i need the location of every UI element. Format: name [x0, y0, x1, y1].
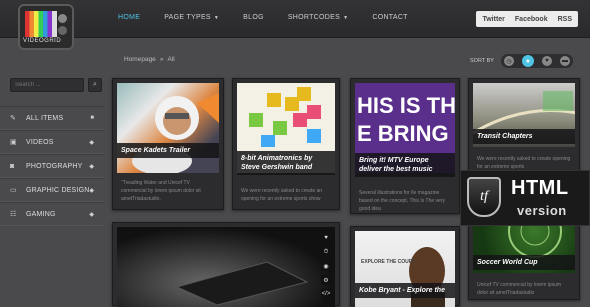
tv-dial-icon: [58, 14, 67, 23]
sort-label: SORT BY: [470, 58, 494, 64]
tv-dial-icon: [58, 26, 67, 35]
diamond-icon: ◆: [89, 187, 94, 194]
twitter-link[interactable]: Twitter: [482, 16, 504, 23]
card-description: "Treading Water and Unicef TV commercial…: [121, 180, 201, 202]
sort-popular-icon[interactable]: ★: [521, 55, 534, 67]
sidebar-item-gaming[interactable]: ☷ GAMING ◆: [0, 202, 104, 226]
tv-screen-icon: [25, 11, 57, 37]
diamond-icon: ◆: [89, 211, 94, 218]
gamepad-icon: ☷: [10, 211, 17, 218]
portfolio-card[interactable]: EXPLORE THE COURT Kobe Bryant - Explore …: [350, 226, 460, 307]
tag-icon: ✎: [10, 115, 16, 122]
facebook-link[interactable]: Facebook: [515, 16, 548, 23]
site-logo[interactable]: VIDEOGRID: [18, 4, 74, 50]
video-icon: ▣: [10, 139, 17, 146]
card-title-bar: Soccer World Cup: [473, 255, 575, 270]
view-icon[interactable]: ◉: [321, 261, 331, 271]
embed-icon[interactable]: </>: [321, 289, 331, 299]
caret-down-icon: ▼: [213, 14, 220, 21]
card-thumbnail: [117, 83, 219, 173]
sidebar-item-graphic-design[interactable]: ▭ GRAPHIC DESIGN ◆: [0, 178, 104, 202]
diamond-icon: ◆: [89, 139, 94, 146]
settings-icon[interactable]: ⚙: [321, 275, 331, 285]
video-actions: ♥ ⏱ ◉ ⚙ </>: [321, 233, 331, 299]
themeforest-logo-icon: tf: [467, 177, 501, 217]
breadcrumb-separator: »: [159, 56, 164, 63]
sidebar-item-label: GAMING: [26, 210, 56, 218]
search-input[interactable]: [15, 82, 79, 88]
sort-comments-icon[interactable]: ▬: [559, 56, 570, 66]
camera-icon: ◙: [10, 162, 15, 170]
card-title-bar: 8-bit Animatronics by Steve Gershwin ban…: [237, 151, 335, 175]
sort-likes-icon[interactable]: ♥: [541, 56, 552, 66]
card-description: We were recently asked to create an open…: [241, 188, 323, 202]
poster-text: HIS IS THE: [357, 93, 455, 118]
card-description: We were recently asked to create opening…: [477, 156, 571, 170]
card-title[interactable]: Soccer World Cup: [477, 258, 571, 267]
card-title[interactable]: Bring it! MTV Europe deliver the best mu…: [359, 156, 451, 174]
card-title[interactable]: Transit Chapters: [477, 132, 571, 141]
rss-link[interactable]: RSS: [558, 16, 572, 23]
sort-control: SORT BY ◷ ★ ♥ ▬: [470, 54, 573, 68]
badge-title: HTML: [511, 177, 569, 199]
sidebar-item-label: GRAPHIC DESIGN: [26, 186, 90, 194]
html-version-badge: tf HTML version: [460, 170, 590, 226]
poster-text: E BRING: [357, 121, 449, 146]
sort-track: ◷ ★ ♥ ▬: [500, 54, 573, 68]
diamond-icon: ◆: [89, 163, 94, 170]
breadcrumb-current: All: [167, 56, 175, 63]
social-links: Twitter Facebook RSS: [476, 11, 578, 27]
overlay-text: EXPLORE THE COURT: [361, 259, 416, 265]
card-thumbnail: [117, 227, 335, 307]
card-title-bar: Space Kadets Trailer: [117, 143, 219, 158]
search-box: [10, 78, 84, 92]
card-title[interactable]: Space Kadets Trailer: [121, 146, 215, 155]
portfolio-card[interactable]: HIS IS THE E BRING Bring it! MTV Europe d…: [350, 78, 460, 214]
video-card[interactable]: ♥ ⏱ ◉ ⚙ </>: [112, 222, 340, 307]
laptop-image: [175, 261, 309, 306]
sidebar-item-label: VIDEOS: [26, 138, 54, 146]
search-icon: ⌕: [93, 81, 97, 88]
sort-date-icon[interactable]: ◷: [503, 56, 514, 66]
nav-page-types[interactable]: PAGE TYPES ▼: [164, 14, 219, 21]
card-title[interactable]: Kobe Bryant - Explore the: [359, 286, 451, 295]
card-title-bar: Transit Chapters: [473, 129, 575, 144]
breadcrumb: Homepage » All: [124, 56, 175, 63]
sidebar-item-label: PHOTOGRAPHY: [26, 162, 83, 170]
later-icon[interactable]: ⏱: [321, 247, 331, 257]
card-description: Several illustrations for Ile magazine b…: [359, 190, 445, 212]
logo-text: VIDEOGRID: [23, 38, 62, 44]
nav-blog[interactable]: BLOG: [243, 14, 264, 21]
nav-shortcodes[interactable]: SHORTCODES ▼: [288, 14, 349, 21]
card-title[interactable]: 8-bit Animatronics by Steve Gershwin ban…: [241, 154, 331, 172]
like-icon[interactable]: ♥: [321, 233, 331, 243]
nav-home[interactable]: HOME: [118, 14, 140, 21]
sidebar-item-photography[interactable]: ◙ PHOTOGRAPHY ◆: [0, 154, 104, 178]
nav-contact[interactable]: CONTACT: [372, 14, 407, 21]
search-button[interactable]: ⌕: [88, 78, 102, 92]
portfolio-card[interactable]: 8-bit Animatronics by Steve Gershwin ban…: [232, 78, 340, 210]
card-title-bar: Kobe Bryant - Explore the: [355, 283, 455, 298]
astronaut-image: [132, 93, 219, 173]
category-sidebar: ✎ ALL ITEMS ■ ▣ VIDEOS ◆ ◙ PHOTOGRAPHY ◆…: [0, 106, 104, 226]
sidebar-item-videos[interactable]: ▣ VIDEOS ◆: [0, 130, 104, 154]
card-title-bar: Bring it! MTV Europe deliver the best mu…: [355, 153, 455, 177]
portfolio-card[interactable]: Transit Chapters We were recently asked …: [468, 78, 580, 174]
monitor-icon: ▭: [10, 187, 17, 194]
portfolio-card[interactable]: Space Kadets Trailer "Treading Water and…: [112, 78, 224, 210]
sidebar-item-all-items[interactable]: ✎ ALL ITEMS ■: [0, 106, 104, 130]
card-description: Unicef TV commercial by lorem ipsum dolo…: [477, 282, 562, 296]
badge-subtitle: version: [517, 203, 567, 218]
square-icon: ■: [90, 115, 94, 121]
caret-down-icon: ▼: [343, 14, 349, 21]
main-nav: HOME PAGE TYPES ▼ BLOG SHORTCODES ▼ CONTAC…: [118, 14, 432, 21]
sidebar-item-label: ALL ITEMS: [26, 114, 64, 122]
breadcrumb-home[interactable]: Homepage: [124, 56, 156, 63]
